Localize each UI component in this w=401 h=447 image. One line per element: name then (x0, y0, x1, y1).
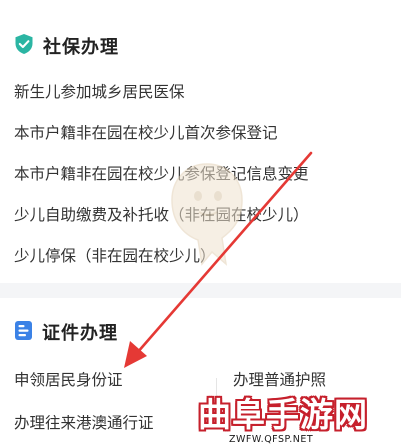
shield-check-icon (14, 33, 34, 59)
certificates-title: 证件办理 (42, 323, 118, 344)
grid-item-passport[interactable]: 办理普通护照 (233, 368, 326, 390)
list-item-child-self-payment[interactable]: 少儿自助缴费及补托收（非在园在校少儿） (14, 203, 309, 225)
site-watermark-logo: 曲阜手游网 (198, 395, 368, 434)
list-item-newborn-insurance[interactable]: 新生儿参加城乡居民医保 (14, 80, 185, 102)
list-item-child-enrollment-change[interactable]: 本市户籍非在园在校少儿参保登记信息变更 (14, 162, 309, 184)
mascot-watermark-icon (171, 163, 243, 266)
grid-item-id-card-application[interactable]: 申领居民身份证 (14, 368, 123, 390)
social-security-header: 社保办理 (14, 33, 119, 59)
list-item-child-first-enrollment[interactable]: 本市户籍非在园在校少儿首次参保登记 (14, 121, 278, 143)
grid-item-hk-macau-permit[interactable]: 办理往来港澳通行证 (14, 411, 154, 433)
social-security-title: 社保办理 (43, 37, 119, 58)
site-watermark-url: ZWFW.QFSP.NET (229, 434, 314, 445)
id-card-icon (14, 320, 33, 345)
certificates-header: 证件办理 (14, 319, 118, 345)
